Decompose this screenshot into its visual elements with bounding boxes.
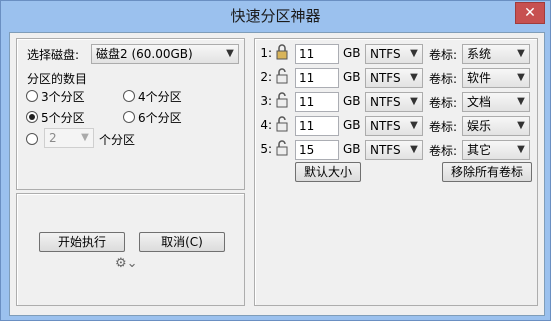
- size-input[interactable]: 11: [295, 92, 339, 112]
- chevron-down-icon: ▼: [226, 48, 234, 59]
- volume-label: 卷标:: [429, 48, 458, 62]
- window-title: 快速分区神器: [230, 7, 321, 25]
- remove-all-labels-button[interactable]: 移除所有卷标: [442, 162, 532, 182]
- fs-select[interactable]: NTFS ▼: [365, 44, 423, 64]
- radio-4-label: 4个分区: [138, 90, 182, 104]
- volume-label: 卷标:: [429, 120, 458, 134]
- volume-select[interactable]: 软件 ▼: [462, 68, 530, 88]
- lock-open-icon[interactable]: [275, 116, 289, 132]
- volume-select[interactable]: 系统 ▼: [462, 44, 530, 64]
- size-input[interactable]: 11: [295, 116, 339, 136]
- cancel-button[interactable]: 取消(C): [139, 232, 225, 252]
- fs-value: NTFS: [370, 95, 401, 109]
- lock-open-icon[interactable]: [275, 68, 289, 84]
- fs-value: NTFS: [370, 119, 401, 133]
- unit-label: GB: [343, 118, 361, 132]
- radio-3-partitions[interactable]: [26, 90, 38, 102]
- radio-5-partitions[interactable]: [26, 111, 38, 123]
- volume-label: 卷标:: [429, 72, 458, 86]
- row-index: 1:: [260, 46, 272, 60]
- radio-6-partitions[interactable]: [123, 111, 135, 123]
- radio-6-label: 6个分区: [138, 111, 182, 125]
- partition-count-label: 分区的数目: [27, 72, 88, 86]
- fs-value: NTFS: [370, 143, 401, 157]
- chevron-down-icon: ▼: [410, 144, 418, 155]
- partition-panel: 1: 11 GB NTFS ▼ 卷标: 系统 ▼ 2: 11 GB NTFS ▼ 卷标…: [254, 38, 538, 306]
- disk-select-value: 磁盘2 (60.00GB): [96, 47, 193, 61]
- unit-label: GB: [343, 94, 361, 108]
- chevron-down-icon: ▼: [410, 120, 418, 131]
- chevron-down-icon: ▼: [517, 120, 525, 131]
- volume-select[interactable]: 其它 ▼: [462, 140, 530, 160]
- unit-label: GB: [343, 142, 361, 156]
- default-size-button[interactable]: 默认大小: [295, 162, 361, 182]
- volume-label: 卷标:: [429, 144, 458, 158]
- custom-count-select[interactable]: 2 ▼: [44, 128, 94, 148]
- gear-expand-icon[interactable]: ⚙︎⌄: [115, 256, 138, 271]
- fs-select[interactable]: NTFS ▼: [365, 92, 423, 112]
- volume-value: 其它: [467, 143, 492, 157]
- close-button[interactable]: ✕: [515, 2, 545, 24]
- volume-value: 系统: [467, 47, 492, 61]
- app-window: 快速分区神器 ✕ 选择磁盘: 磁盘2 (60.00GB) ▼ 分区的数目 3个分…: [0, 0, 551, 321]
- fs-select[interactable]: NTFS ▼: [365, 140, 423, 160]
- chevron-down-icon: ▼: [517, 144, 525, 155]
- lock-closed-icon[interactable]: [275, 44, 289, 60]
- custom-count-suffix: 个分区: [99, 133, 136, 147]
- chevron-down-icon: ▼: [81, 132, 89, 143]
- start-button[interactable]: 开始执行: [39, 232, 125, 252]
- volume-value: 软件: [467, 71, 492, 85]
- row-index: 5:: [260, 142, 272, 156]
- chevron-down-icon: ▼: [517, 96, 525, 107]
- lock-open-icon[interactable]: [275, 140, 289, 156]
- volume-value: 文档: [467, 95, 492, 109]
- row-index: 3:: [260, 94, 272, 108]
- row-index: 2:: [260, 70, 272, 84]
- radio-4-partitions[interactable]: [123, 90, 135, 102]
- unit-label: GB: [343, 70, 361, 84]
- custom-count-value: 2: [49, 131, 57, 145]
- volume-select[interactable]: 娱乐 ▼: [462, 116, 530, 136]
- radio-5-label: 5个分区: [41, 111, 85, 125]
- row-index: 4:: [260, 118, 272, 132]
- radio-3-label: 3个分区: [41, 90, 85, 104]
- chevron-down-icon: ▼: [410, 96, 418, 107]
- fs-value: NTFS: [370, 47, 401, 61]
- size-input[interactable]: 11: [295, 44, 339, 64]
- unit-label: GB: [343, 46, 361, 60]
- fs-select[interactable]: NTFS ▼: [365, 116, 423, 136]
- dialog-body: 选择磁盘: 磁盘2 (60.00GB) ▼ 分区的数目 3个分区 4个分区 5个…: [9, 32, 545, 316]
- fs-select[interactable]: NTFS ▼: [365, 68, 423, 88]
- volume-value: 娱乐: [467, 119, 492, 133]
- fs-value: NTFS: [370, 71, 401, 85]
- disk-settings-panel: 选择磁盘: 磁盘2 (60.00GB) ▼ 分区的数目 3个分区 4个分区 5个…: [16, 38, 245, 190]
- disk-label: 选择磁盘:: [27, 48, 80, 62]
- chevron-down-icon: ▼: [517, 48, 525, 59]
- radio-custom-partitions[interactable]: [26, 133, 38, 145]
- disk-select[interactable]: 磁盘2 (60.00GB) ▼: [91, 44, 239, 64]
- size-input[interactable]: 11: [295, 68, 339, 88]
- chevron-down-icon: ▼: [517, 72, 525, 83]
- size-input[interactable]: 15: [295, 140, 339, 160]
- lock-open-icon[interactable]: [275, 92, 289, 108]
- volume-select[interactable]: 文档 ▼: [462, 92, 530, 112]
- volume-label: 卷标:: [429, 96, 458, 110]
- chevron-down-icon: ▼: [410, 48, 418, 59]
- action-panel: 开始执行 取消(C) ⚙︎⌄: [16, 193, 245, 306]
- chevron-down-icon: ▼: [410, 72, 418, 83]
